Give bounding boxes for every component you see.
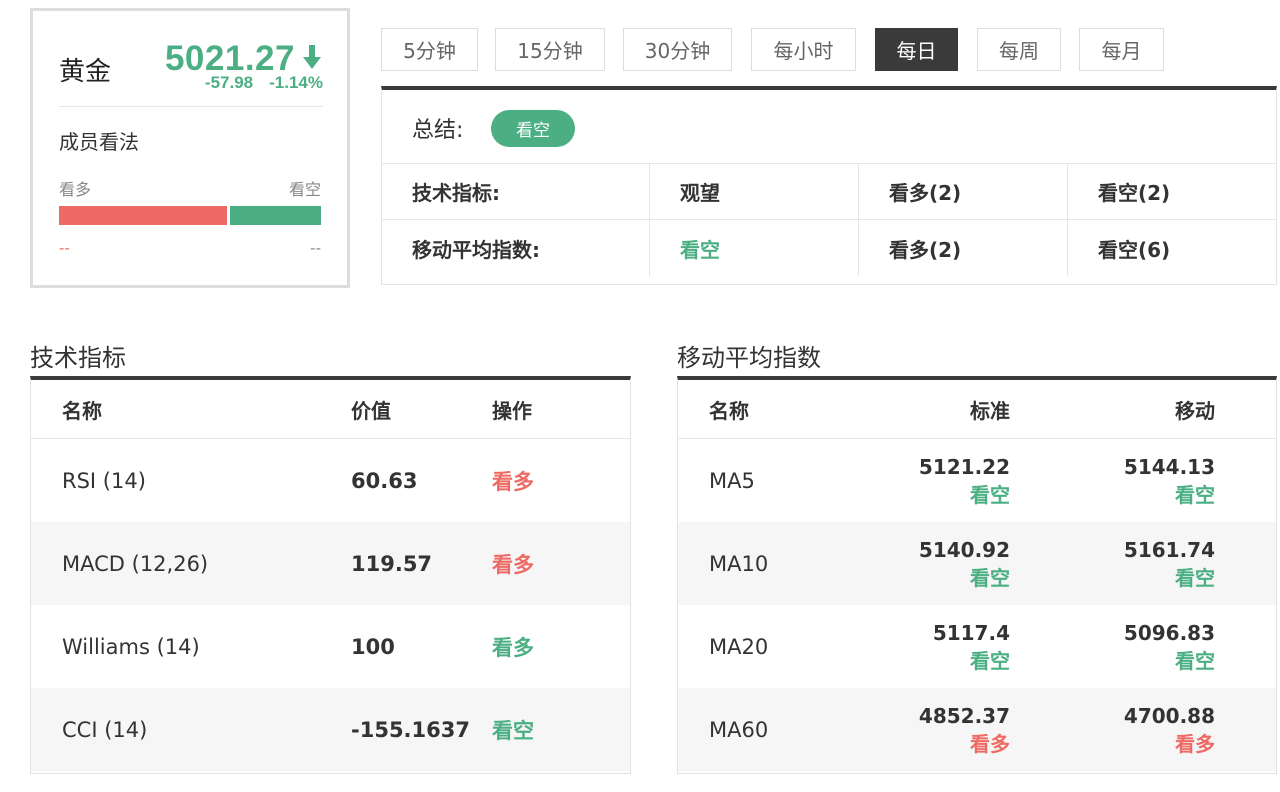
tab-30min[interactable]: 30分钟 [623, 28, 732, 71]
tab-hourly[interactable]: 每小时 [751, 28, 856, 71]
ma-moving-value: 4700.88 [1123, 703, 1215, 728]
tab-15min[interactable]: 15分钟 [495, 28, 605, 71]
summary-row-overall: 看空 [649, 220, 857, 276]
summary-row-tech: 技术指标: 观望 看多(2) 看空(2) [382, 164, 1276, 220]
ma-section-title: 移动平均指数 [677, 344, 821, 372]
ma-name: MA20 [709, 634, 769, 659]
tab-daily[interactable]: 每日 [875, 28, 958, 71]
ma-name: MA60 [709, 717, 769, 742]
summary-verdict-badge: 看空 [491, 110, 575, 147]
table-row: CCI (14) -155.1637 看空 [31, 688, 630, 771]
header-standard: 标准 [970, 399, 1010, 423]
indicator-action: 看多 [492, 635, 534, 660]
quote-header: 黄金 5021.27 -57.98 -1.14% [59, 39, 323, 107]
bull-label: 看多 [59, 180, 92, 199]
summary-row-bear-count: 看空(2) [1067, 164, 1276, 219]
ma-moving-signal: 看空 [1175, 482, 1215, 507]
ma-moving-value: 5161.74 [1123, 537, 1215, 562]
member-opinion-title: 成员看法 [59, 130, 139, 154]
tab-monthly[interactable]: 每月 [1079, 28, 1164, 71]
ma-moving-signal: 看空 [1175, 648, 1215, 673]
indicator-name: RSI (14) [62, 468, 146, 493]
tab-weekly[interactable]: 每周 [977, 28, 1061, 71]
asset-name: 黄金 [59, 57, 112, 87]
summary-row-bear-count: 看空(6) [1067, 220, 1276, 276]
header-action: 操作 [492, 399, 532, 423]
ma-moving-cell: 4700.88 看多 [1124, 688, 1215, 771]
summary-row-name: 移动平均指数: [412, 237, 540, 262]
bull-value: -- [59, 239, 70, 257]
indicator-name: CCI (14) [62, 717, 148, 742]
ma-moving-cell: 5144.13 看空 [1124, 439, 1215, 522]
ma-standard-cell: 5117.4 看空 [933, 605, 1010, 688]
ma-standard-value: 5117.4 [932, 620, 1010, 645]
ma-standard-cell: 5140.92 看空 [919, 522, 1010, 605]
ma-moving-cell: 5161.74 看空 [1124, 522, 1215, 605]
price-change: -57.98 -1.14% [205, 73, 323, 93]
change-percent: -1.14% [269, 73, 323, 92]
ma-standard-cell: 4852.37 看多 [919, 688, 1010, 771]
ma-moving-signal: 看多 [1175, 731, 1215, 756]
indicator-value: 60.63 [351, 468, 418, 493]
summary-row-bull-count: 看多(2) [858, 220, 1067, 276]
change-value: -57.98 [204, 73, 254, 92]
indicator-value: 119.57 [351, 551, 433, 576]
tech-section-title: 技术指标 [30, 344, 126, 372]
ma-standard-value: 4852.37 [918, 703, 1010, 728]
ma-standard-signal: 看空 [970, 482, 1010, 507]
ma-name: MA5 [709, 468, 755, 493]
moving-averages-table: 名称 标准 移动 MA5 5121.22 看空 5144.13 看空 MA10 … [677, 376, 1277, 774]
table-header: 名称 价值 操作 [31, 380, 630, 439]
ma-moving-cell: 5096.83 看空 [1124, 605, 1215, 688]
ma-standard-signal: 看空 [970, 565, 1010, 590]
indicator-value: -155.1637 [351, 717, 470, 742]
ma-moving-signal: 看空 [1175, 565, 1215, 590]
table-row: MA20 5117.4 看空 5096.83 看空 [678, 605, 1276, 688]
summary-row-name: 技术指标: [412, 181, 500, 205]
ma-standard-cell: 5121.22 看空 [919, 439, 1010, 522]
table-row: MACD (12,26) 119.57 看多 [31, 522, 630, 605]
header-name: 名称 [709, 399, 749, 423]
header-moving: 移动 [1175, 399, 1215, 423]
tech-indicators-table: 名称 价值 操作 RSI (14) 60.63 看多 MACD (12,26) … [30, 376, 631, 774]
ma-name: MA10 [709, 551, 769, 576]
bear-value: -- [310, 239, 321, 257]
sentiment-bar [59, 206, 321, 225]
summary-verdict-row: 总结: 看空 [382, 90, 1276, 164]
table-row: MA10 5140.92 看空 5161.74 看空 [678, 522, 1276, 605]
ma-moving-value: 5096.83 [1123, 620, 1215, 645]
indicator-name: MACD (12,26) [62, 551, 209, 576]
sentiment-bear-fill [229, 206, 321, 225]
bear-label: 看空 [288, 180, 321, 199]
ma-standard-value: 5121.22 [918, 454, 1010, 479]
sentiment-bull-fill [59, 206, 227, 225]
ma-standard-signal: 看多 [970, 731, 1010, 756]
table-row: Williams (14) 100 看多 [31, 605, 630, 688]
indicator-action: 看空 [492, 718, 534, 743]
summary-label: 总结: [412, 118, 464, 143]
arrow-down-icon [303, 45, 321, 69]
ma-standard-signal: 看空 [970, 648, 1010, 673]
summary-row-overall: 观望 [649, 164, 857, 219]
tab-5min[interactable]: 5分钟 [381, 28, 478, 71]
indicator-name: Williams (14) [62, 634, 200, 659]
table-row: RSI (14) 60.63 看多 [31, 439, 630, 522]
summary-row-bull-count: 看多(2) [858, 164, 1067, 219]
table-row: MA5 5121.22 看空 5144.13 看空 [678, 439, 1276, 522]
indicator-action: 看多 [492, 552, 534, 577]
indicator-action: 看多 [492, 469, 534, 494]
header-name: 名称 [62, 399, 102, 423]
ma-standard-value: 5140.92 [918, 537, 1010, 562]
quote-card: 黄金 5021.27 -57.98 -1.14% 成员看法 看多 看空 -- -- [30, 8, 350, 288]
summary-row-ma: 移动平均指数: 看空 看多(2) 看空(6) [382, 220, 1276, 276]
table-header: 名称 标准 移动 [678, 380, 1276, 439]
summary-panel: 总结: 看空 技术指标: 观望 看多(2) 看空(2) 移动平均指数: 看空 看… [381, 86, 1277, 285]
ma-moving-value: 5144.13 [1123, 454, 1215, 479]
indicator-value: 100 [351, 634, 395, 659]
table-row: MA60 4852.37 看多 4700.88 看多 [678, 688, 1276, 771]
header-value: 价值 [351, 399, 391, 423]
